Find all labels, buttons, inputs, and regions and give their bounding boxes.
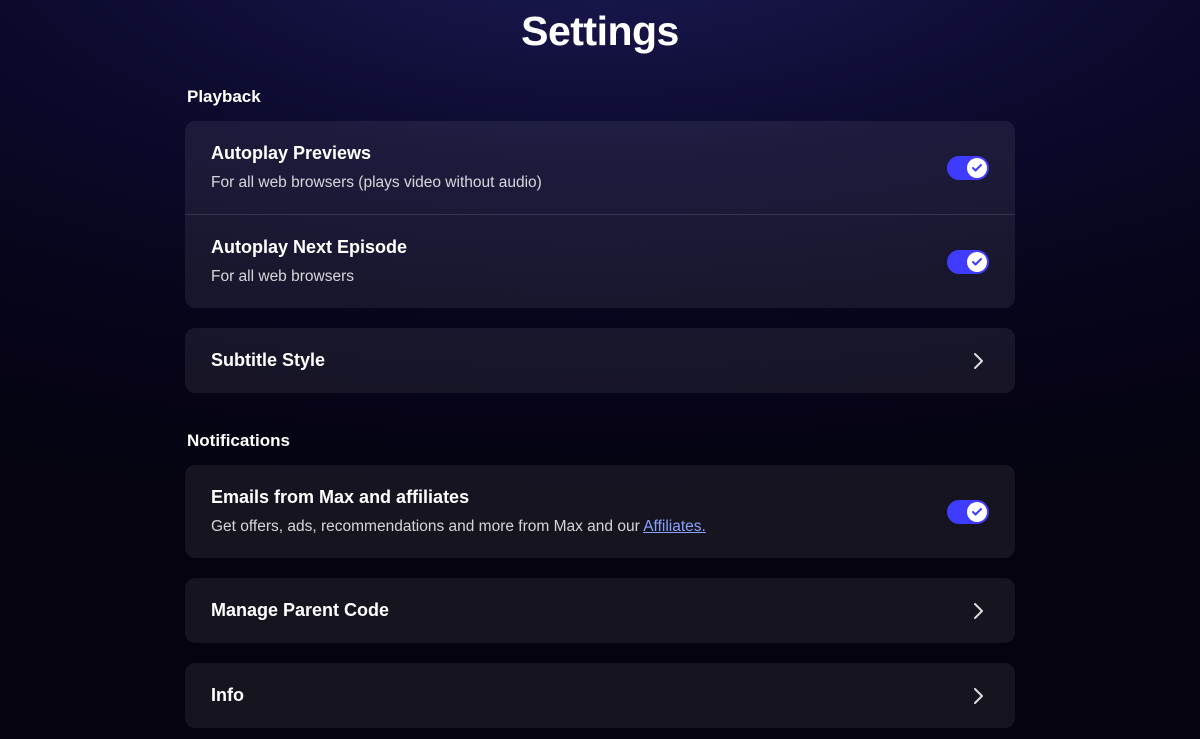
row-text: Manage Parent Code bbox=[211, 600, 389, 621]
autoplay-next-sub: For all web browsers bbox=[211, 268, 407, 286]
row-emails: Emails from Max and affiliates Get offer… bbox=[185, 465, 1015, 558]
row-subtitle-style[interactable]: Subtitle Style bbox=[185, 328, 1015, 393]
subtitle-style-title: Subtitle Style bbox=[211, 350, 325, 371]
row-text: Subtitle Style bbox=[211, 350, 325, 371]
manage-parent-code-title: Manage Parent Code bbox=[211, 600, 389, 621]
chevron-right-icon bbox=[969, 686, 989, 706]
toggle-knob bbox=[967, 502, 987, 522]
card-info: Info bbox=[185, 663, 1015, 728]
autoplay-next-toggle[interactable] bbox=[947, 250, 989, 274]
row-autoplay-next: Autoplay Next Episode For all web browse… bbox=[185, 214, 1015, 308]
affiliates-link[interactable]: Affiliates. bbox=[643, 518, 706, 535]
page-title: Settings bbox=[521, 8, 679, 55]
settings-content: Playback Autoplay Previews For all web b… bbox=[185, 87, 1015, 739]
card-subtitle-style: Subtitle Style bbox=[185, 328, 1015, 393]
row-text: Autoplay Previews For all web browsers (… bbox=[211, 143, 542, 192]
check-icon bbox=[971, 256, 983, 268]
emails-title: Emails from Max and affiliates bbox=[211, 487, 706, 508]
row-text: Emails from Max and affiliates Get offer… bbox=[211, 487, 706, 536]
autoplay-next-title: Autoplay Next Episode bbox=[211, 237, 407, 258]
info-title: Info bbox=[211, 685, 244, 706]
toggle-knob bbox=[967, 252, 987, 272]
card-playback-autoplay: Autoplay Previews For all web browsers (… bbox=[185, 121, 1015, 308]
settings-page: Settings Playback Autoplay Previews For … bbox=[0, 0, 1200, 739]
section-header-playback: Playback bbox=[185, 87, 1015, 107]
chevron-right-icon bbox=[969, 351, 989, 371]
autoplay-previews-toggle[interactable] bbox=[947, 156, 989, 180]
autoplay-previews-title: Autoplay Previews bbox=[211, 143, 542, 164]
toggle-knob bbox=[967, 158, 987, 178]
check-icon bbox=[971, 162, 983, 174]
card-manage-parent-code: Manage Parent Code bbox=[185, 578, 1015, 643]
row-manage-parent-code[interactable]: Manage Parent Code bbox=[185, 578, 1015, 643]
section-header-notifications: Notifications bbox=[185, 431, 1015, 451]
emails-sub-prefix: Get offers, ads, recommendations and mor… bbox=[211, 518, 643, 535]
emails-toggle[interactable] bbox=[947, 500, 989, 524]
row-autoplay-previews: Autoplay Previews For all web browsers (… bbox=[185, 121, 1015, 214]
row-info[interactable]: Info bbox=[185, 663, 1015, 728]
check-icon bbox=[971, 506, 983, 518]
row-text: Autoplay Next Episode For all web browse… bbox=[211, 237, 407, 286]
card-emails: Emails from Max and affiliates Get offer… bbox=[185, 465, 1015, 558]
chevron-right-icon bbox=[969, 601, 989, 621]
emails-sub: Get offers, ads, recommendations and mor… bbox=[211, 518, 706, 536]
autoplay-previews-sub: For all web browsers (plays video withou… bbox=[211, 174, 542, 192]
row-text: Info bbox=[211, 685, 244, 706]
